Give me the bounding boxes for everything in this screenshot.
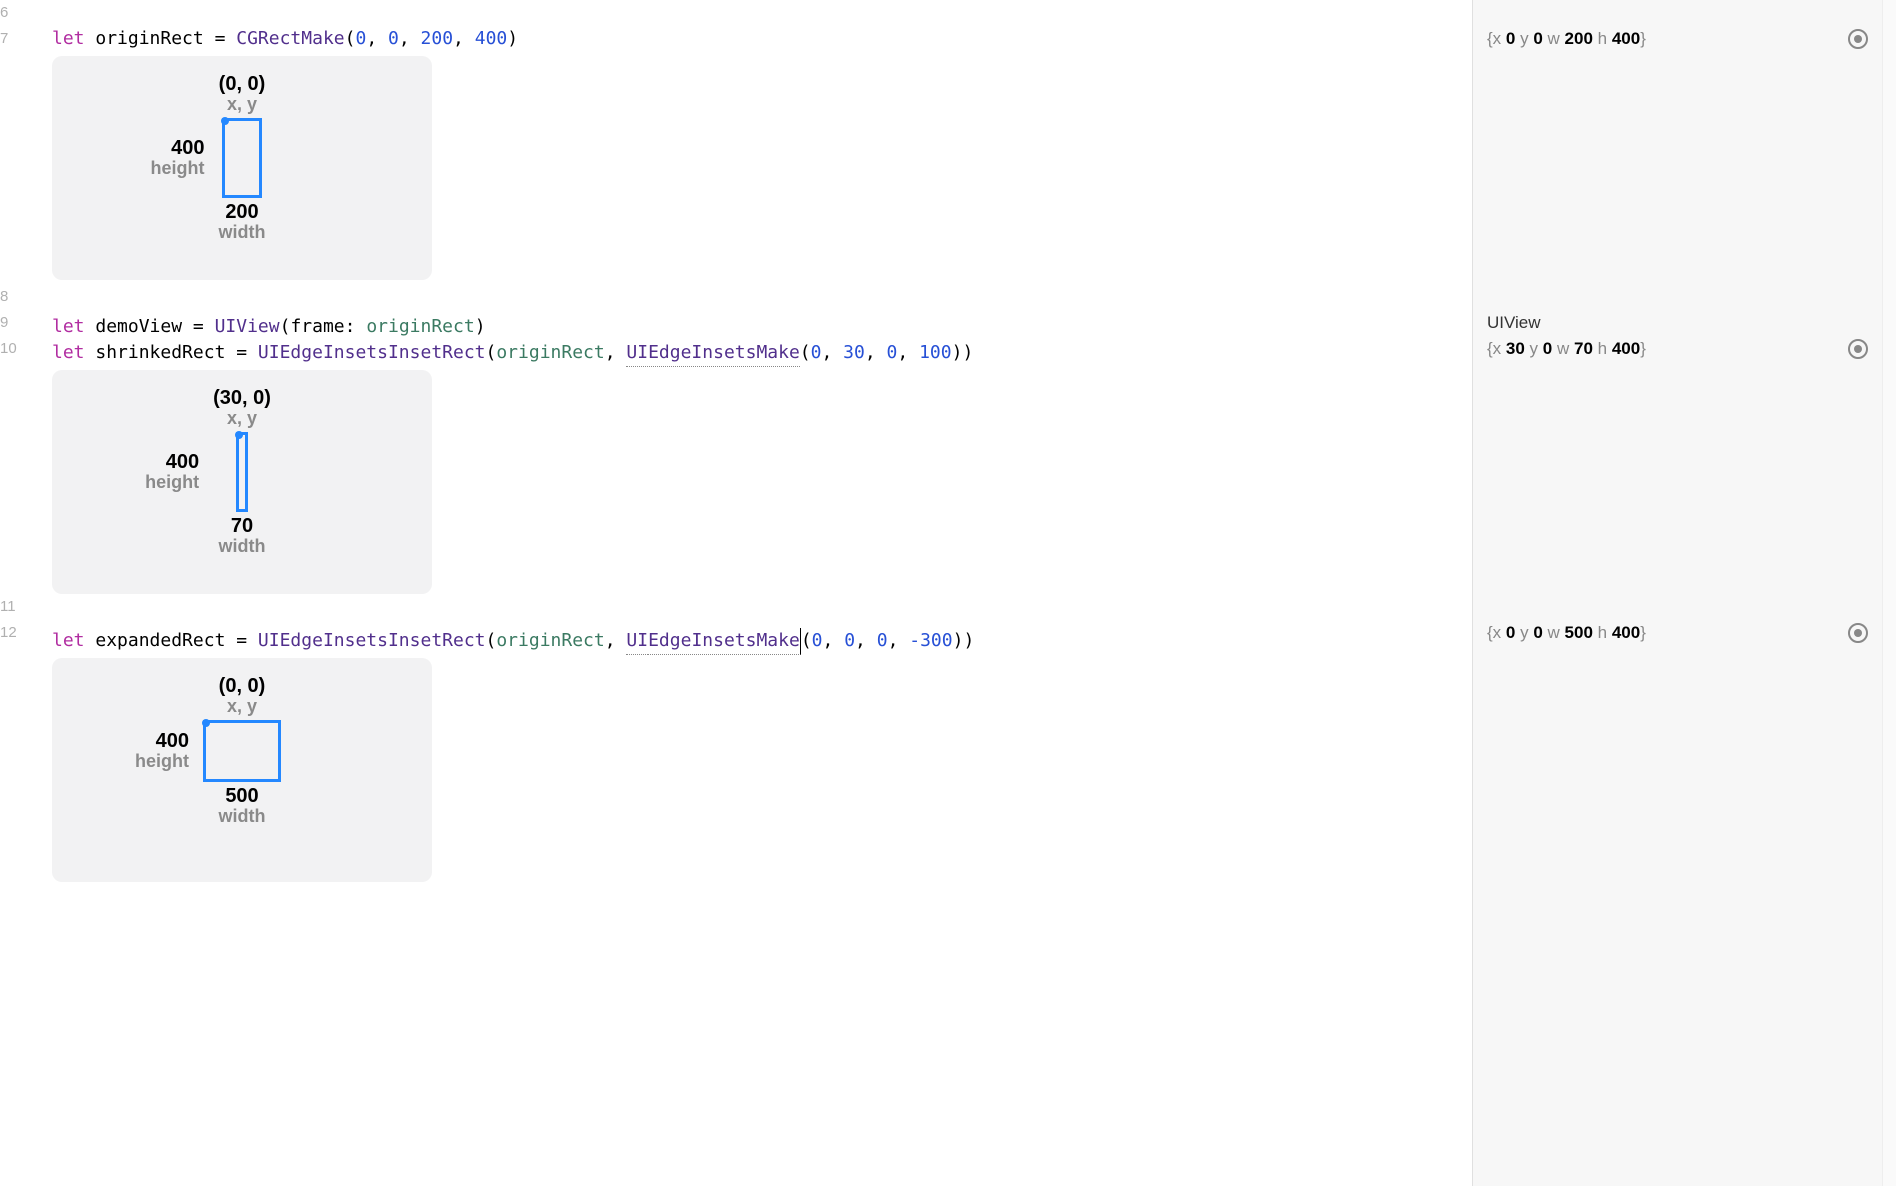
quick-look-icon[interactable] xyxy=(1848,29,1868,49)
result-value: {x 0 y 0 w 200 h 400} xyxy=(1487,26,1646,52)
origin-label: x, y xyxy=(219,697,266,716)
rect-box xyxy=(236,432,248,512)
height-value: 400 xyxy=(151,138,205,159)
origin-value: (0, 0) xyxy=(219,676,266,697)
result-value: UIView xyxy=(1487,310,1541,336)
func-edgeinsetsmake: UI xyxy=(626,628,648,655)
text-cursor: EdgeInsetsMake xyxy=(648,628,801,655)
result-value: {x 30 y 0 w 70 h 400} xyxy=(1487,336,1646,362)
width-value: 500 xyxy=(219,786,266,807)
width-label: width xyxy=(219,807,266,826)
func-insetrect: UIEdgeInsetsInsetRect xyxy=(258,340,486,366)
func-edgeinsetsmake: UIEdgeInsetsMake xyxy=(626,340,799,367)
origin-label: x, y xyxy=(213,409,271,428)
rect-preview: (0, 0) x, y 400 height 500 width xyxy=(52,658,432,882)
keyword-let: let xyxy=(52,340,85,366)
rect-box xyxy=(203,720,281,782)
keyword-let: let xyxy=(52,26,85,52)
line-number: 7 xyxy=(0,26,8,52)
keyword-let: let xyxy=(52,628,85,654)
rect-preview: (30, 0) x, y 400 height 70 width xyxy=(52,370,432,594)
quick-look-icon[interactable] xyxy=(1848,339,1868,359)
identifier: originRect xyxy=(95,26,203,52)
origin-value: (30, 0) xyxy=(213,388,271,409)
line-number: 9 xyxy=(0,310,8,336)
result-value: {x 0 y 0 w 500 h 400} xyxy=(1487,620,1646,646)
origin-dot-icon xyxy=(235,431,243,439)
code-line[interactable]: let expandedRect = UIEdgeInsetsInsetRect… xyxy=(52,628,1460,654)
code-editor[interactable]: let originRect = CGRectMake(0, 0, 200, 4… xyxy=(40,0,1472,1186)
code-line[interactable] xyxy=(52,602,1460,628)
identifier: expandedRect xyxy=(95,628,225,654)
width-value: 200 xyxy=(219,202,266,223)
line-number: 8 xyxy=(0,284,8,310)
rect-preview: (0, 0) x, y 400 height 200 width xyxy=(52,56,432,280)
results-sidebar: {x 0 y 0 w 200 h 400} UIView {x 30 y 0 w… xyxy=(1472,0,1882,1186)
keyword-let: let xyxy=(52,314,85,340)
code-line[interactable]: let originRect = CGRectMake(0, 0, 200, 4… xyxy=(52,26,1460,52)
result-row[interactable]: {x 0 y 0 w 500 h 400} xyxy=(1485,620,1870,646)
func-cgrectmake: CGRectMake xyxy=(236,26,344,52)
line-number: 10 xyxy=(0,336,17,362)
identifier: demoView xyxy=(95,314,182,340)
width-value: 70 xyxy=(219,516,266,537)
width-label: width xyxy=(219,223,266,242)
code-line[interactable] xyxy=(52,0,1460,26)
func-uiview: UIView xyxy=(215,314,280,340)
identifier: shrinkedRect xyxy=(95,340,225,366)
code-line[interactable]: let demoView = UIView(frame: originRect) xyxy=(52,314,1460,340)
line-number: 6 xyxy=(0,0,8,26)
rect-box xyxy=(222,118,262,198)
height-value: 400 xyxy=(145,452,199,473)
result-row[interactable]: {x 0 y 0 w 200 h 400} xyxy=(1485,26,1870,52)
origin-dot-icon xyxy=(221,117,229,125)
func-insetrect: UIEdgeInsetsInsetRect xyxy=(258,628,486,654)
line-number: 12 xyxy=(0,620,17,646)
height-label: height xyxy=(145,473,199,492)
result-row[interactable]: UIView xyxy=(1485,310,1870,336)
origin-value: (0, 0) xyxy=(219,74,266,95)
code-line[interactable]: let shrinkedRect = UIEdgeInsetsInsetRect… xyxy=(52,340,1460,366)
width-label: width xyxy=(219,537,266,556)
result-row[interactable]: {x 30 y 0 w 70 h 400} xyxy=(1485,336,1870,362)
line-number-gutter: 6 7 8 9 10 11 12 xyxy=(0,0,40,1186)
vertical-scrollbar[interactable] xyxy=(1882,0,1896,1186)
height-value: 400 xyxy=(135,731,189,752)
origin-dot-icon xyxy=(202,719,210,727)
height-label: height xyxy=(135,752,189,771)
origin-label: x, y xyxy=(219,95,266,114)
quick-look-icon[interactable] xyxy=(1848,623,1868,643)
code-line[interactable] xyxy=(52,288,1460,314)
line-number: 11 xyxy=(0,594,16,620)
height-label: height xyxy=(151,159,205,178)
